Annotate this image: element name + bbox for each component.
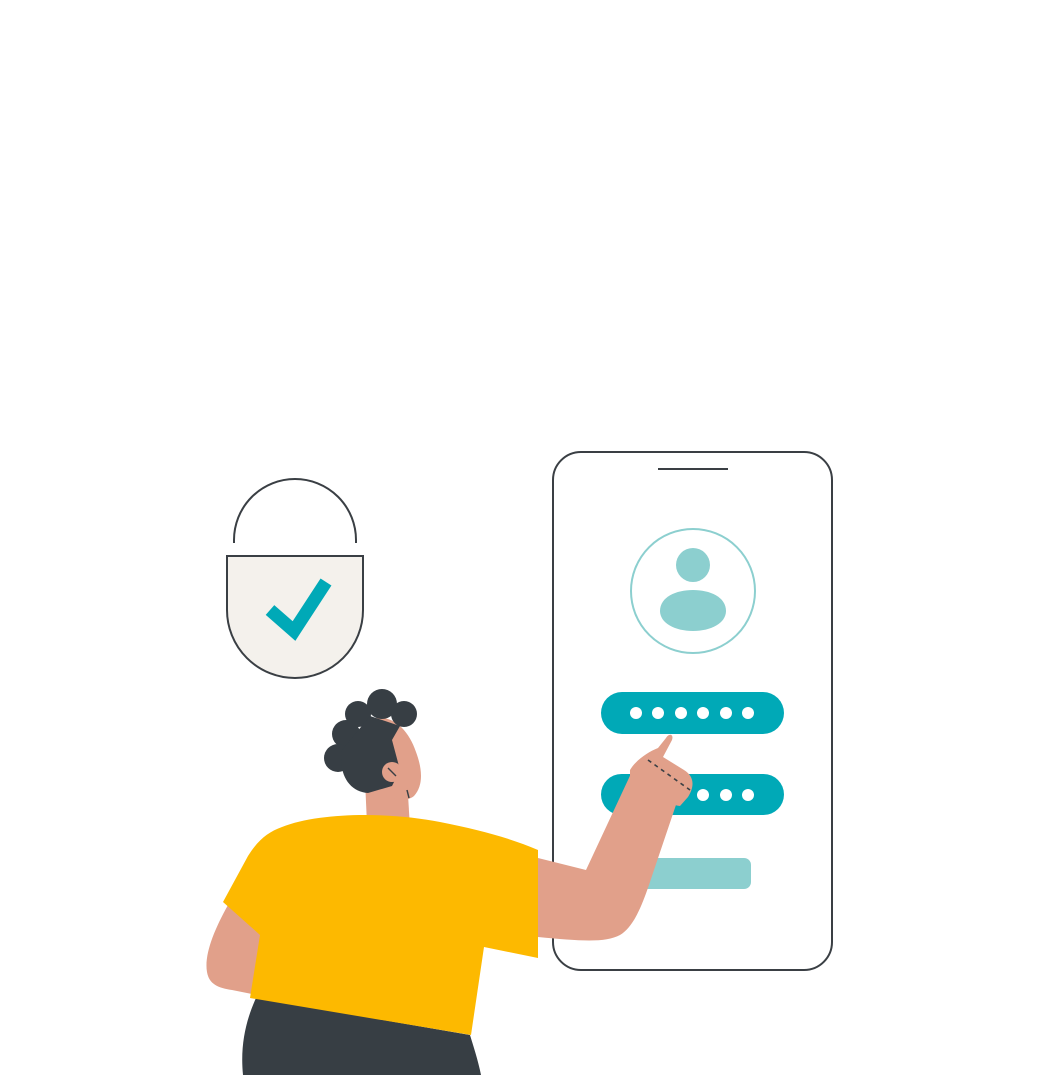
padlock-icon [226,478,364,679]
avatar-body [660,590,726,631]
user-avatar-icon [630,528,756,654]
login-illustration [0,0,1062,1075]
padlock-body [226,555,364,679]
password-field-1-bg [601,692,784,734]
person-ear [382,762,402,782]
password-field-1[interactable] [601,692,784,734]
illustration-canvas [206,451,833,1075]
avatar-head [676,548,710,582]
padlock-shackle [233,478,357,543]
